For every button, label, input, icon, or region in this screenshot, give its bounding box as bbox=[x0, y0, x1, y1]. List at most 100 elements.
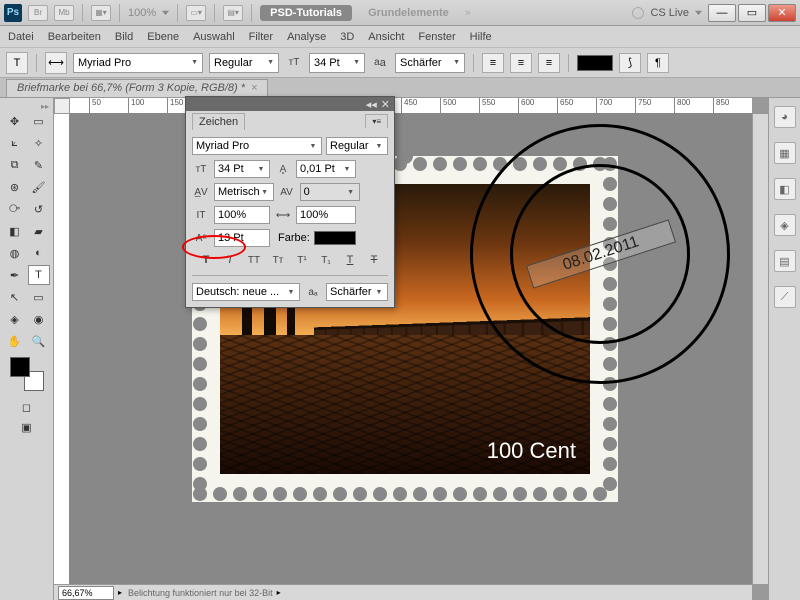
menu-ebene[interactable]: Ebene bbox=[147, 31, 179, 43]
underline-button[interactable]: T bbox=[340, 252, 360, 268]
cp-kerning-field[interactable]: Metrisch▼ bbox=[214, 183, 274, 201]
clone-tool[interactable]: ⧂ bbox=[4, 199, 26, 219]
close-tab-icon[interactable]: × bbox=[251, 82, 257, 94]
crop-tool[interactable]: ⧉ bbox=[4, 155, 26, 175]
quickmask-button[interactable]: ◻ bbox=[16, 397, 38, 417]
options-bar: T ⟷ Myriad Pro▼ Regular▼ ᴛT 34 Pt▼ aa Sc… bbox=[0, 48, 800, 78]
align-right-button[interactable]: ≡ bbox=[538, 53, 560, 73]
foreground-color[interactable] bbox=[10, 357, 30, 377]
magic-wand-tool[interactable]: ✧ bbox=[28, 133, 50, 153]
marquee-tool[interactable]: ▭ bbox=[28, 111, 50, 131]
aa-dropdown[interactable]: Schärfer▼ bbox=[395, 53, 465, 73]
maximize-button[interactable]: ▭ bbox=[738, 4, 766, 22]
extras-icon[interactable]: ▤▾ bbox=[223, 5, 243, 21]
type-tool-preset-icon[interactable]: T bbox=[6, 52, 28, 74]
menu-3d[interactable]: 3D bbox=[340, 31, 354, 43]
arrange-icon[interactable]: ▭▾ bbox=[186, 5, 206, 21]
swatches-panel-icon[interactable]: ▦ bbox=[774, 142, 796, 164]
menu-fenster[interactable]: Fenster bbox=[418, 31, 455, 43]
strike-button[interactable]: T bbox=[364, 252, 384, 268]
character-panel-toggle[interactable]: ¶ bbox=[647, 53, 669, 73]
move-tool[interactable]: ✥ bbox=[4, 111, 26, 131]
panel-tab-zeichen[interactable]: Zeichen▾≡ bbox=[186, 111, 394, 131]
zoom-tool[interactable]: 🔍 bbox=[28, 331, 50, 351]
vertical-ruler[interactable] bbox=[54, 114, 70, 584]
cslive-menu[interactable]: CS Live bbox=[650, 7, 689, 19]
vertical-scrollbar[interactable] bbox=[752, 114, 768, 584]
type-tool[interactable]: T bbox=[28, 265, 50, 285]
history-brush-tool[interactable]: ↺ bbox=[28, 199, 50, 219]
color-swatches[interactable] bbox=[10, 357, 44, 391]
zoom-level[interactable]: 100% bbox=[128, 7, 156, 19]
gradient-tool[interactable]: ▰ bbox=[28, 221, 50, 241]
cp-size-field[interactable]: 34 Pt▼ bbox=[214, 160, 270, 178]
minibridge-icon[interactable]: Mb bbox=[54, 5, 74, 21]
italic-button[interactable]: T bbox=[220, 252, 240, 268]
dodge-tool[interactable]: ◐ bbox=[28, 243, 50, 263]
channels-panel-icon[interactable]: ▤ bbox=[774, 250, 796, 272]
menu-datei[interactable]: Datei bbox=[8, 31, 34, 43]
font-family-dropdown[interactable]: Myriad Pro▼ bbox=[73, 53, 203, 73]
pen-tool[interactable]: ✒ bbox=[4, 265, 26, 285]
workspace-grund[interactable]: Grundelemente bbox=[358, 5, 459, 21]
font-style-dropdown[interactable]: Regular▼ bbox=[209, 53, 279, 73]
document-tab[interactable]: Briefmarke bei 66,7% (Form 3 Kopie, RGB/… bbox=[6, 79, 268, 97]
eyedropper-tool[interactable]: ✎ bbox=[28, 155, 50, 175]
cp-color-swatch[interactable] bbox=[314, 231, 356, 245]
bold-button[interactable]: T bbox=[196, 252, 216, 268]
horizontal-ruler[interactable]: 5010015020025030035040045050055060065070… bbox=[70, 98, 752, 114]
orientation-icon[interactable]: ⟷ bbox=[45, 52, 67, 74]
hand-tool[interactable]: ✋ bbox=[4, 331, 26, 351]
menu-bild[interactable]: Bild bbox=[115, 31, 133, 43]
shape-tool[interactable]: ▭ bbox=[28, 287, 50, 307]
healing-tool[interactable]: ⊛ bbox=[4, 177, 26, 197]
screen-mode-icon[interactable]: ▦▾ bbox=[91, 5, 111, 21]
adjust-panel-icon[interactable]: ◧ bbox=[774, 178, 796, 200]
3d-tool[interactable]: ◈ bbox=[4, 309, 26, 329]
paths-panel-icon[interactable]: ⟋ bbox=[774, 286, 796, 308]
align-center-button[interactable]: ≡ bbox=[510, 53, 532, 73]
eraser-tool[interactable]: ◧ bbox=[4, 221, 26, 241]
align-left-button[interactable]: ≡ bbox=[482, 53, 504, 73]
bridge-icon[interactable]: Br bbox=[28, 5, 48, 21]
workspace-psd[interactable]: PSD-Tutorials bbox=[260, 5, 352, 21]
minimize-button[interactable]: — bbox=[708, 4, 736, 22]
screenmode-button[interactable]: ▣ bbox=[16, 417, 38, 437]
cp-vscale-field[interactable]: 100% bbox=[214, 206, 270, 224]
ruler-origin[interactable] bbox=[54, 98, 70, 114]
canvas[interactable]: 100 Cent he Bundespost 08.02.2011 bbox=[70, 114, 752, 584]
cp-leading-field[interactable]: 0,01 Pt▼ bbox=[296, 160, 356, 178]
brush-tool[interactable]: 🖌 bbox=[28, 177, 50, 197]
warp-text-button[interactable]: ⟆ bbox=[619, 53, 641, 73]
close-button[interactable]: ✕ bbox=[768, 4, 796, 22]
menu-ansicht[interactable]: Ansicht bbox=[368, 31, 404, 43]
character-panel[interactable]: ◂◂✕ Zeichen▾≡ Myriad Pro▼ Regular▼ ᴛT 34… bbox=[185, 96, 395, 308]
cp-aa-field[interactable]: Schärfer▼ bbox=[326, 283, 388, 301]
smallcaps-button[interactable]: Tᴛ bbox=[268, 252, 288, 268]
cp-language-field[interactable]: Deutsch: neue ...▼ bbox=[192, 283, 300, 301]
menu-auswahl[interactable]: Auswahl bbox=[193, 31, 235, 43]
cp-font-family[interactable]: Myriad Pro▼ bbox=[192, 137, 322, 155]
menu-filter[interactable]: Filter bbox=[249, 31, 273, 43]
cp-hscale-field[interactable]: 100% bbox=[296, 206, 356, 224]
3d-camera-tool[interactable]: ◉ bbox=[28, 309, 50, 329]
blur-tool[interactable]: ◍ bbox=[4, 243, 26, 263]
cp-tracking-field[interactable]: 0▼ bbox=[300, 183, 360, 201]
color-panel-icon[interactable]: ◕ bbox=[774, 106, 796, 128]
allcaps-button[interactable]: TT bbox=[244, 252, 264, 268]
panel-close-icon[interactable]: ✕ bbox=[381, 98, 390, 111]
menu-analyse[interactable]: Analyse bbox=[287, 31, 326, 43]
subscript-button[interactable]: T₁ bbox=[316, 252, 336, 268]
path-select-tool[interactable]: ↖ bbox=[4, 287, 26, 307]
lasso-tool[interactable]: ⟀ bbox=[4, 133, 26, 153]
menu-bearbeiten[interactable]: Bearbeiten bbox=[48, 31, 101, 43]
menu-hilfe[interactable]: Hilfe bbox=[470, 31, 492, 43]
zoom-input[interactable]: 66,67% bbox=[58, 586, 114, 600]
layers-panel-icon[interactable]: ◈ bbox=[774, 214, 796, 236]
font-size-dropdown[interactable]: 34 Pt▼ bbox=[309, 53, 365, 73]
text-color-swatch[interactable] bbox=[577, 55, 613, 71]
superscript-button[interactable]: T¹ bbox=[292, 252, 312, 268]
panel-header[interactable]: ◂◂✕ bbox=[186, 97, 394, 111]
cp-baseline-field[interactable]: 13 Pt bbox=[214, 229, 270, 247]
cp-font-style[interactable]: Regular▼ bbox=[326, 137, 388, 155]
